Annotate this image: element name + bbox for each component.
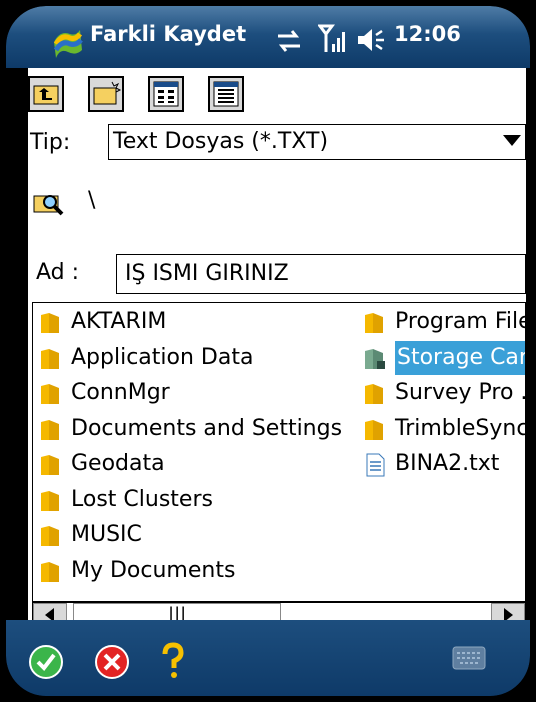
file-type-value: Text Dosyas (*.TXT) xyxy=(113,129,329,154)
list-item-label: Geodata xyxy=(71,451,165,476)
bottom-bar xyxy=(6,620,530,696)
file-type-select[interactable]: Text Dosyas (*.TXT) xyxy=(108,124,526,160)
save-as-dialog: Tip: Text Dosyas (*.TXT) \ Ad : IŞ ISMI … xyxy=(28,68,526,628)
folder-icon xyxy=(41,419,59,440)
folder-icon xyxy=(365,313,383,333)
folder-search-icon[interactable] xyxy=(32,188,66,218)
list-item-label: TrimbleSync xyxy=(395,415,526,441)
up-folder-button[interactable] xyxy=(28,76,64,112)
help-icon[interactable] xyxy=(160,642,186,680)
folder-icon xyxy=(41,348,59,369)
folder-icon xyxy=(41,384,59,404)
folder-icon xyxy=(365,419,383,440)
signal-icon[interactable] xyxy=(318,24,346,54)
current-path: \ xyxy=(88,188,96,213)
device-frame: Farkli Kaydet 12:06 Tip: Text Dosyas (*.… xyxy=(6,6,530,696)
folder-icon xyxy=(41,561,59,582)
new-folder-icon xyxy=(93,81,122,105)
list-item-label: Survey Pro . xyxy=(395,380,526,405)
cancel-icon[interactable] xyxy=(94,644,130,680)
list-item-label: ConnMgr xyxy=(71,380,170,405)
file-list[interactable]: AKTARIM Application Data ConnMgr Documents … xyxy=(32,302,526,602)
list-item-label: MUSIC xyxy=(71,522,142,547)
file-name-input[interactable]: IŞ ISMI GIRINIZ xyxy=(116,254,526,294)
list-item-label: My Documents xyxy=(71,557,236,583)
ok-icon[interactable] xyxy=(28,644,64,680)
name-label: Ad : xyxy=(36,260,80,285)
up-folder-icon xyxy=(33,85,59,105)
list-item-label: Documents and Settings xyxy=(71,415,343,441)
sync-icon[interactable] xyxy=(274,28,304,54)
start-flag-icon[interactable] xyxy=(50,22,84,62)
file-name-value: IŞ ISMI GIRINIZ xyxy=(125,261,289,286)
list-item-label: Storage Car xyxy=(395,340,525,375)
keyboard-icon[interactable] xyxy=(452,646,486,670)
window-title: Farkli Kaydet xyxy=(90,22,247,46)
list-view-button[interactable] xyxy=(148,76,184,112)
title-bar: Farkli Kaydet 12:06 xyxy=(6,6,530,68)
new-folder-button[interactable] xyxy=(88,76,124,112)
folder-icon xyxy=(41,455,59,475)
list-item-label: AKTARIM xyxy=(71,309,167,334)
storage-card-icon xyxy=(365,348,385,369)
folder-icon xyxy=(41,313,59,333)
dropdown-arrow-icon[interactable] xyxy=(503,135,521,146)
details-view-button[interactable] xyxy=(208,76,244,112)
type-label: Tip: xyxy=(30,130,71,155)
folder-icon xyxy=(41,490,59,511)
text-file-icon xyxy=(366,453,385,477)
list-item-label: Application Data xyxy=(71,344,254,370)
list-item-label: Program File xyxy=(395,309,526,334)
folder-icon xyxy=(365,384,383,404)
list-item-label: BINA2.txt xyxy=(395,451,500,476)
details-view-icon xyxy=(213,81,239,107)
list-item-label: Lost Clusters xyxy=(71,486,213,512)
speaker-icon[interactable] xyxy=(356,26,386,54)
list-view-icon xyxy=(153,81,179,107)
folder-icon xyxy=(41,526,59,546)
clock[interactable]: 12:06 xyxy=(394,22,461,46)
